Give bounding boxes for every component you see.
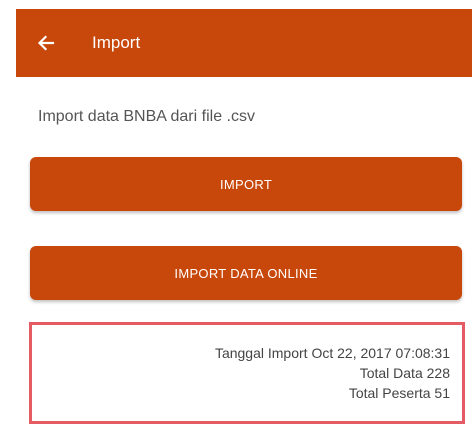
import-data-online-button[interactable]: IMPORT DATA ONLINE [30, 246, 462, 300]
page-title: Import [92, 33, 141, 52]
app-bar: Import [16, 9, 472, 77]
back-button[interactable] [26, 23, 66, 63]
import-screen: Import Import data BNBA dari file .csv I… [0, 0, 472, 429]
import-date-text: Tanggal Import Oct 22, 2017 07:08:31 [214, 345, 450, 361]
arrow-left-icon [37, 35, 55, 51]
total-data-text: Total Data 228 [359, 365, 450, 381]
import-button[interactable]: IMPORT [30, 157, 462, 211]
import-info-box: Tanggal Import Oct 22, 2017 07:08:31 Tot… [29, 322, 465, 424]
total-peserta-text: Total Peserta 51 [348, 385, 450, 401]
import-description: Import data BNBA dari file .csv [38, 108, 255, 125]
